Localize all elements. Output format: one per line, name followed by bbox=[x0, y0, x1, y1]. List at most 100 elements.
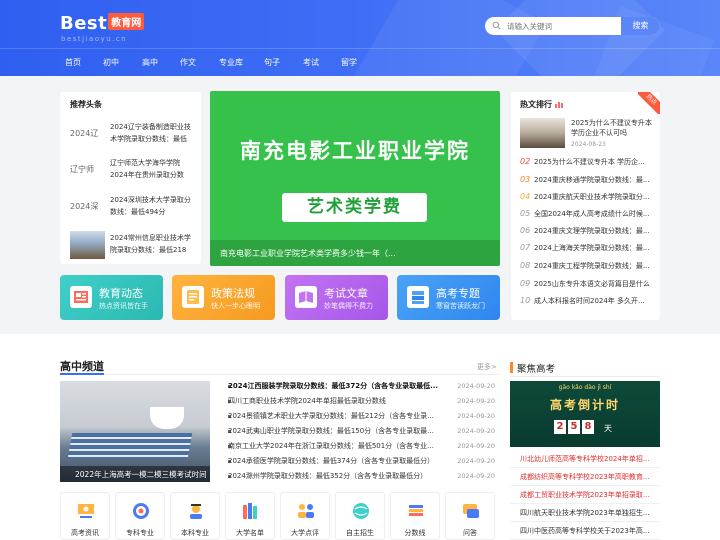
nav-item-study-abroad[interactable]: 留学 bbox=[341, 57, 357, 68]
focus-title: 聚焦高考 bbox=[517, 364, 556, 375]
category-label: 专科专业 bbox=[126, 529, 154, 537]
category-vocational-majors[interactable]: 专科专业 bbox=[115, 492, 165, 540]
chat-icon bbox=[463, 504, 479, 518]
quick-card-exam-articles[interactable]: 考试文章 妙笔偶得不费力 bbox=[285, 275, 388, 320]
gaokao-countdown-banner[interactable]: gāo kǎo dào jì shí 高考倒计时 258 天 bbox=[510, 381, 660, 447]
hot-item[interactable]: 02 2025为什么不建议专升本 学历企... bbox=[520, 156, 655, 168]
category-undergrad-majors[interactable]: 本科专业 bbox=[170, 492, 220, 540]
hot-item[interactable]: 07 2024上海海关学院录取分数线：最... bbox=[520, 242, 655, 254]
news-item[interactable]: 南京工业大学2024年在浙江录取分数线：最低501分（含各专业... 2024-0… bbox=[220, 439, 500, 453]
category-score-lines[interactable]: 分数线 bbox=[390, 492, 440, 540]
category-university-reviews[interactable]: 大学点评 bbox=[280, 492, 330, 540]
nav-item-exams[interactable]: 考试 bbox=[303, 57, 319, 68]
news-item[interactable]: 2024武夷山职业学院录取分数线：最低150分（含各专业录取最... 2024-0… bbox=[220, 424, 500, 438]
focus-item[interactable]: 成都工贸职业技术学院2023年单招录取... bbox=[510, 486, 660, 504]
hot-item[interactable]: 10 成人本科报名时间2024年 多久开... bbox=[520, 295, 655, 307]
banner-caption-text: 南充电影工业职业学院艺术类学费多少钱一年（... bbox=[220, 249, 396, 258]
news-date: 2024-09-20 bbox=[457, 472, 495, 480]
banner-subtitle: 艺术类学费 bbox=[282, 193, 427, 222]
list-item[interactable]: 2024辽 2024辽宁装备制造职业技术学院录取分数线：最低 bbox=[70, 120, 195, 148]
hot-item-title: 2024重庆移通学院录取分数线：最... bbox=[534, 176, 650, 184]
focus-item[interactable]: 川北幼儿师范高等专科学校2024年单招... bbox=[510, 450, 660, 468]
target-icon bbox=[133, 503, 149, 519]
hot-item[interactable]: 04 2024重庆航天职业技术学院录取分... bbox=[520, 191, 655, 203]
category-gaokao-news[interactable]: 高考资讯 bbox=[60, 492, 110, 540]
divider bbox=[510, 376, 660, 377]
hot-item-title: 2024重庆工程学院录取分数线：最... bbox=[534, 262, 650, 270]
focus-item[interactable]: 四川航天职业技术学院2023年单独招生... bbox=[510, 504, 660, 522]
hot-ribbon-text: 热点 bbox=[638, 92, 660, 114]
hot-item[interactable]: 09 2025山东专升本语文必背篇目是什么 bbox=[520, 278, 655, 290]
book-stack-icon bbox=[409, 505, 423, 516]
hot-ranking-title-text: 热文排行 bbox=[520, 100, 552, 109]
quick-card-subtitle: 快人一步心眼明 bbox=[211, 302, 260, 310]
presentation-icon bbox=[78, 504, 94, 518]
news-item[interactable]: 2024承德医学院录取分数线：最低374分（含各专业录取最低分） 2024-09-… bbox=[220, 454, 500, 468]
focus-item[interactable]: 四川中医药高等专科学校关于2023年高... bbox=[510, 522, 660, 540]
nav-item-essay[interactable]: 作文 bbox=[180, 57, 196, 68]
news-date: 2024-09-20 bbox=[457, 457, 495, 465]
channel-feature-image[interactable]: 2022年上海高考一模二模三模考试时间 bbox=[60, 381, 210, 482]
category-label: 高考资讯 bbox=[71, 529, 99, 537]
books-icon bbox=[243, 503, 257, 519]
countdown-digit: 5 bbox=[568, 420, 580, 434]
recommend-panel: 推荐头条 2024辽 2024辽宁装备制造职业技术学院录取分数线：最低 辽宁师 … bbox=[60, 92, 201, 264]
hot-item-title: 2025为什么不建议专升本 学历企... bbox=[534, 158, 645, 166]
search-icon bbox=[492, 21, 501, 30]
search-button[interactable]: 搜索 bbox=[621, 17, 660, 35]
quick-card-gaokao-topics[interactable]: 高考专题 寒窗苦读跃龙门 bbox=[397, 275, 500, 320]
rank-number: 05 bbox=[520, 209, 531, 218]
graduate-icon bbox=[190, 504, 202, 519]
category-qa[interactable]: 问答 bbox=[445, 492, 495, 540]
hot-item[interactable]: 03 2024重庆移通学院录取分数线：最... bbox=[520, 174, 655, 186]
banner-carousel[interactable]: 南充电影工业职业学院 艺术类学费 南充电影工业职业学院艺术类学费多少钱一年（..… bbox=[210, 91, 500, 266]
site-logo[interactable]: Best 教育网 bestjiaoyu.cn bbox=[60, 13, 145, 43]
nav-item-senior-high[interactable]: 高中 bbox=[142, 57, 158, 68]
countdown-digit: 2 bbox=[554, 420, 566, 434]
news-title: 2024武夷山职业学院录取分数线：最低150分（含各专业录取最... bbox=[228, 427, 434, 435]
rank-number: 06 bbox=[520, 226, 531, 235]
news-item[interactable]: 2024江西服装学院录取分数线：最低372分（含各专业录取最低... 2024-0… bbox=[220, 379, 500, 393]
hot-item[interactable]: 05 全国2024年成人高考成绩什么时候... bbox=[520, 208, 655, 220]
banner-title: 南充电影工业职业学院 bbox=[240, 139, 470, 163]
rank-number: 02 bbox=[520, 157, 531, 166]
rank-number: 08 bbox=[520, 261, 531, 270]
nav-item-junior-high[interactable]: 初中 bbox=[103, 57, 119, 68]
search-input[interactable] bbox=[507, 17, 620, 35]
news-title: 2024承德医学院录取分数线：最低374分（含各专业录取最低分） bbox=[228, 457, 435, 465]
list-item[interactable]: 2024常州信息职业技术学院录取分数线：最低218 bbox=[70, 231, 195, 259]
search-box: 搜索 bbox=[485, 17, 660, 35]
news-date: 2024-09-20 bbox=[457, 397, 495, 405]
news-title: 四川工商职业技术学院2024年单招最低录取分数线 bbox=[228, 397, 386, 405]
category-university-list[interactable]: 大学名单 bbox=[225, 492, 275, 540]
thumbnail[interactable] bbox=[520, 118, 565, 148]
hot-top-title[interactable]: 2025为什么不建议专升本学历企业不认可吗 bbox=[571, 118, 656, 138]
hot-item[interactable]: 06 2024重庆文理学院录取分数线：最... bbox=[520, 225, 655, 237]
rank-number: 10 bbox=[520, 296, 531, 305]
channel-more-link[interactable]: 更多> bbox=[477, 362, 497, 372]
site-header: Best教育网 bestjiaoyu.cn 搜索 首页 初中 高中 作文 专业库… bbox=[0, 0, 720, 76]
nav-item-majors[interactable]: 专业库 bbox=[219, 57, 243, 68]
quick-card-title: 考试文章 bbox=[324, 287, 368, 300]
news-item[interactable]: 2024滁州学院录取分数线：最低352分（含各专业录取最低分） 2024-09-2… bbox=[220, 469, 500, 483]
thumbnail: 2024深 bbox=[70, 202, 99, 211]
focus-item[interactable]: 成都纺织高等专科学校2023年高职教育... bbox=[510, 468, 660, 486]
news-item[interactable]: 2024景德镇艺术职业大学录取分数线：最低212分（含各专业录... 2024-0… bbox=[220, 409, 500, 423]
list-item[interactable]: 2024深 2024深圳技术大学录取分数线：最低494分 bbox=[70, 193, 195, 221]
list-item-title: 辽宁师范大学海华学院2024年在贵州录取分数线： bbox=[110, 159, 184, 179]
category-label: 自主招生 bbox=[346, 529, 374, 537]
quick-card-title: 高考专题 bbox=[436, 287, 480, 300]
hot-item[interactable]: 08 2024重庆工程学院录取分数线：最... bbox=[520, 260, 655, 272]
quick-card-policy[interactable]: 政策法规 快人一步心眼明 bbox=[172, 275, 275, 320]
nav-item-sentences[interactable]: 句子 bbox=[264, 57, 280, 68]
countdown-unit: 天 bbox=[604, 424, 612, 433]
nav-item-home[interactable]: 首页 bbox=[65, 57, 81, 68]
divider bbox=[60, 373, 500, 375]
logo-text: Best bbox=[60, 13, 108, 34]
list-item[interactable]: 辽宁师 辽宁师范大学海华学院2024年在贵州录取分数线： bbox=[70, 156, 195, 184]
news-item[interactable]: 四川工商职业技术学院2024年单招最低录取分数线 2024-09-20 bbox=[220, 394, 500, 408]
fire-icon bbox=[554, 102, 563, 108]
quick-card-education-news[interactable]: 教育动态 热点资讯皆在手 bbox=[60, 275, 163, 320]
category-independent-admission[interactable]: 自主招生 bbox=[335, 492, 385, 540]
rank-number: 03 bbox=[520, 175, 531, 184]
